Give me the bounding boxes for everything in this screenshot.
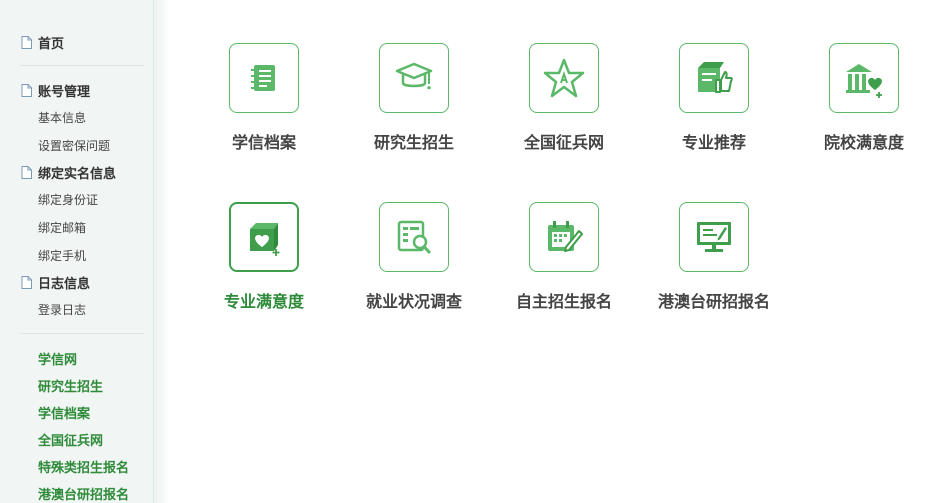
tile-label: 院校满意度 [823,135,904,152]
sidebar-section-label: 日志信息 [38,275,91,291]
sidebar-item-login-log[interactable]: 登录日志 [38,300,86,318]
tile-label: 学信档案 [231,135,296,152]
divider [20,333,144,334]
tile-label: 就业状况调查 [365,294,462,311]
sidebar: 首页 账号管理 基本信息 设置密保问题 绑定实名信息 绑定身份证 绑定邮箱 绑定… [0,0,154,503]
tile-label: 专业推荐 [681,135,746,152]
sidebar-item-home[interactable]: 首页 [21,32,64,52]
document-icon [21,165,32,179]
link-chsi[interactable]: 学信网 [38,349,77,367]
link-special-admission[interactable]: 特殊类招生报名 [38,457,129,475]
tile-icon-box [679,202,749,272]
tile-label: 全国征兵网 [523,135,604,152]
sidebar-section-account[interactable]: 账号管理 [21,80,90,100]
sidebar-item-label: 首页 [38,35,65,51]
sidebar-section-label: 账号管理 [38,83,91,99]
book-heart-icon [250,223,280,256]
tile-recruitment[interactable]: 全国征兵网 [489,43,639,173]
document-icon [21,83,32,97]
sidebar-item-bind-email[interactable]: 绑定邮箱 [38,218,86,236]
sidebar-item-basic-info[interactable]: 基本信息 [38,108,86,126]
tile-major-satisfaction[interactable]: 专业满意度 [189,202,339,332]
thumbs-up-book-icon [698,62,733,93]
tile-employment-survey[interactable]: 就业状况调查 [339,202,489,332]
sidebar-item-bind-id[interactable]: 绑定身份证 [38,190,98,208]
school-heart-icon [846,64,882,98]
sidebar-shadow [154,0,170,503]
tile-icon-box [229,43,299,113]
notebook-icon [251,65,275,91]
link-xuexin-archive[interactable]: 学信档案 [38,403,90,421]
divider [20,65,144,66]
sidebar-item-bind-phone[interactable]: 绑定手机 [38,246,86,264]
tile-icon-box [379,43,449,113]
link-graduate-admission[interactable]: 研究生招生 [38,376,103,394]
tile-label: 自主招生报名 [515,294,612,311]
tile-label: 研究生招生 [373,135,454,152]
monitor-pen-icon [697,222,731,252]
tile-major-recommend[interactable]: 专业推荐 [639,43,789,173]
tile-label: 港澳台研招报名 [657,294,770,311]
graduation-cap-icon [395,62,433,90]
tile-icon-box [229,202,299,272]
document-icon [21,35,32,49]
tile-independent-admission[interactable]: 自主招生报名 [489,202,639,332]
tile-icon-box [679,43,749,113]
tile-icon-box [529,43,599,113]
sidebar-section-label: 绑定实名信息 [38,165,117,181]
sidebar-section-realname[interactable]: 绑定实名信息 [21,162,116,182]
tile-icon-box [829,43,899,113]
tile-icon-box [379,202,449,272]
survey-magnifier-icon [397,220,431,254]
tile-school-satisfaction[interactable]: 院校满意度 [789,43,939,173]
link-recruitment[interactable]: 全国征兵网 [38,430,103,448]
sidebar-item-security-question[interactable]: 设置密保问题 [38,136,110,154]
link-hmt-graduate[interactable]: 港澳台研招报名 [38,484,129,502]
tile-xuexin-archive[interactable]: 学信档案 [189,43,339,173]
tile-icon-box [529,202,599,272]
calendar-pencil-icon [548,221,583,252]
tile-label: 专业满意度 [223,294,304,311]
sidebar-section-log[interactable]: 日志信息 [21,272,90,292]
tile-graduate-admission[interactable]: 研究生招生 [339,43,489,173]
tile-hmt-graduate-admission[interactable]: 港澳台研招报名 [639,202,789,332]
document-icon [21,275,32,289]
army-star-icon [543,58,585,98]
